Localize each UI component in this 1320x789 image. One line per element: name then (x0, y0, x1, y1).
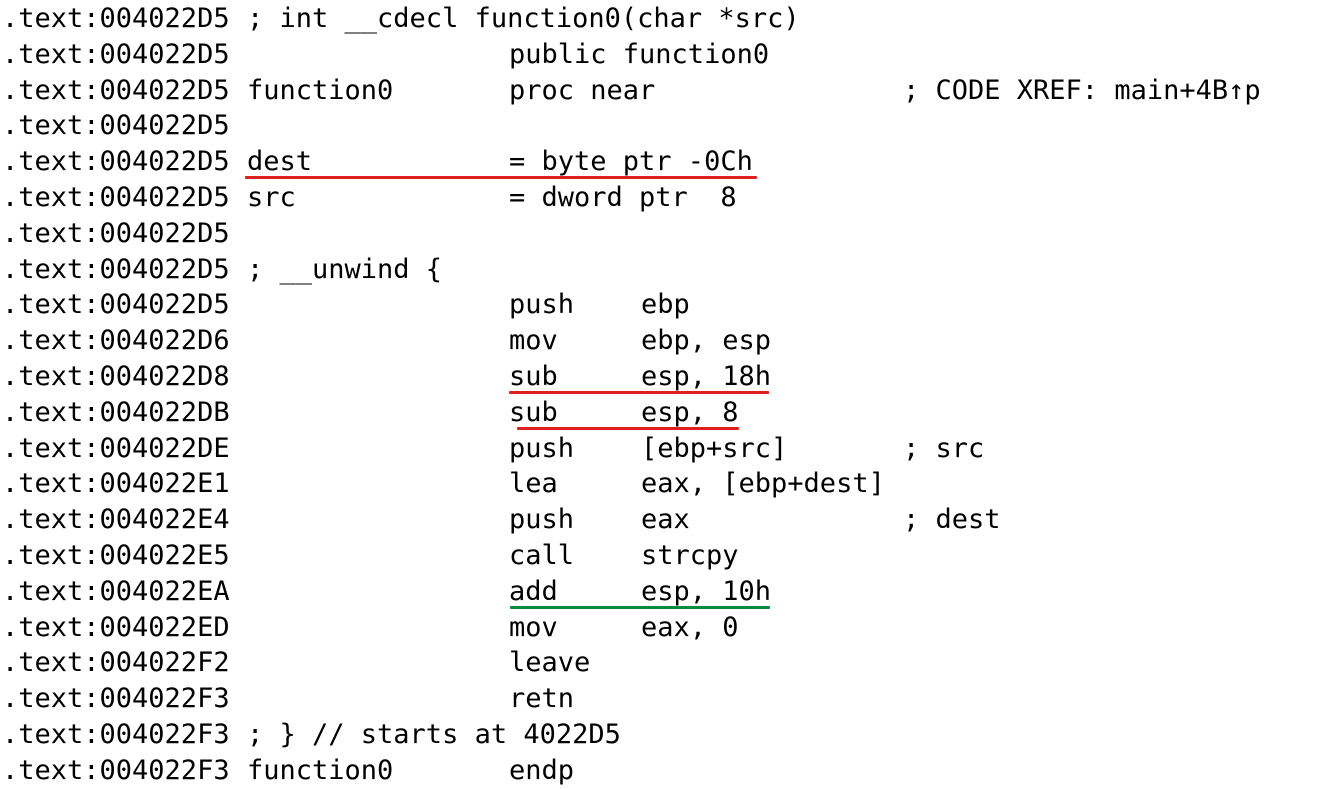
line-address: .text:004022E4 (2, 504, 230, 536)
code-line[interactable]: .text:004022D5 src = dword ptr 8 (0, 180, 1320, 216)
line-operands: esp, 8 (641, 396, 739, 428)
line-comment: ; CODE XREF: main+4B↑p (903, 74, 1261, 106)
line-address: .text:004022EA (2, 575, 230, 607)
code-line[interactable]: .text:004022D5 (0, 216, 1320, 252)
line-mnemonic: proc near (509, 74, 656, 106)
code-line[interactable]: .text:004022D6 mov ebp, esp (0, 323, 1320, 359)
line-mnemonic: endp (509, 754, 575, 786)
line-address: .text:004022D6 (2, 325, 230, 357)
line-address: .text:004022F3 (2, 683, 230, 715)
annotation-underline (509, 391, 769, 394)
line-address: .text:004022F3 (2, 719, 230, 750)
line-label: ; } // starts at 4022D5 (247, 719, 621, 750)
disassembly-listing: .text:004022D5 ; int __cdecl function0(ch… (0, 0, 1320, 787)
code-line[interactable]: .text:004022D8 sub esp, 18h (0, 359, 1320, 395)
line-mnemonic: lea (509, 468, 558, 500)
line-address: .text:004022D8 (2, 361, 230, 392)
line-mnemonic: call (509, 540, 575, 571)
line-mnemonic: sub (509, 396, 558, 428)
code-line[interactable]: .text:004022F2 leave (0, 645, 1320, 681)
line-label: function0 (247, 74, 394, 106)
code-line[interactable]: .text:004022D5 ; __unwind { (0, 252, 1320, 288)
code-line[interactable]: .text:004022E4 push eax ; dest (0, 502, 1320, 538)
line-operands: [ebp+src] (641, 432, 788, 464)
line-operands: eax, 0 (641, 611, 739, 643)
line-mnemonic: sub (509, 361, 558, 392)
line-address: .text:004022D5 (2, 289, 230, 321)
line-address: .text:004022D5 (2, 217, 230, 249)
line-operands: eax, [ebp+dest] (641, 468, 885, 500)
line-mnemonic: mov (509, 611, 558, 643)
code-line[interactable]: .text:004022D5 (0, 108, 1320, 144)
code-line[interactable]: .text:004022F3 function0 endp (0, 753, 1320, 789)
code-line[interactable]: .text:004022F3 retn (0, 681, 1320, 717)
line-address: .text:004022D5 (2, 253, 230, 285)
line-operands: eax (641, 504, 690, 536)
line-address: .text:004022D5 (2, 38, 230, 70)
line-address: .text:004022F3 (2, 754, 230, 786)
line-comment: ; src (903, 432, 985, 464)
line-label: dest (247, 146, 313, 178)
line-mnemonic: public function0 (509, 38, 770, 70)
code-line[interactable]: .text:004022E5 call strcpy (0, 538, 1320, 574)
code-line[interactable]: .text:004022E1 lea eax, [ebp+dest] (0, 466, 1320, 502)
annotation-underline (517, 426, 739, 430)
line-address: .text:004022D5 (2, 182, 230, 213)
code-line[interactable]: .text:004022ED mov eax, 0 (0, 610, 1320, 646)
line-mnemonic: add (509, 575, 558, 607)
line-address: .text:004022E5 (2, 540, 230, 571)
line-mnemonic: = byte ptr -0Ch (509, 146, 753, 178)
line-mnemonic: retn (509, 683, 575, 715)
line-mnemonic: mov (509, 325, 558, 357)
annotation-underline (510, 605, 770, 609)
line-address: .text:004022D5 (2, 3, 230, 34)
code-line[interactable]: .text:004022DE push [ebp+src] ; src (0, 431, 1320, 467)
code-line[interactable]: .text:004022EA add esp, 10h (0, 574, 1320, 610)
line-address: .text:004022D5 (2, 74, 230, 106)
line-comment: ; dest (903, 504, 1001, 536)
line-mnemonic: = dword ptr 8 (509, 182, 737, 213)
code-line[interactable]: .text:004022DB sub esp, 8 (0, 395, 1320, 431)
line-address: .text:004022E1 (2, 468, 230, 500)
line-operands: strcpy (641, 540, 739, 571)
line-operands: esp, 10h (641, 575, 772, 607)
code-line[interactable]: .text:004022D5 function0 proc near ; CODE X… (0, 73, 1320, 109)
line-mnemonic: leave (509, 647, 591, 679)
line-address: .text:004022D5 (2, 146, 230, 178)
line-label: src (247, 182, 296, 213)
annotation-underline (245, 176, 757, 180)
line-address: .text:004022ED (2, 611, 230, 643)
line-operands: ebp (641, 289, 690, 321)
line-mnemonic: push (509, 289, 575, 321)
line-operands: ebp, esp (641, 325, 772, 357)
line-address: .text:004022DB (2, 396, 230, 428)
line-mnemonic: push (509, 504, 575, 536)
code-line[interactable]: .text:004022D5 push ebp (0, 287, 1320, 323)
line-label: ; int __cdecl function0(char *src) (247, 3, 800, 34)
line-address: .text:004022F2 (2, 647, 230, 679)
line-address: .text:004022D5 (2, 110, 230, 142)
line-mnemonic: push (509, 432, 575, 464)
code-line[interactable]: .text:004022D5 ; int __cdecl function0(ch… (0, 1, 1320, 37)
code-line[interactable]: .text:004022F3 ; } // starts at 4022D5 (0, 717, 1320, 753)
line-label: function0 (247, 754, 394, 786)
line-label: ; __unwind { (247, 253, 443, 285)
line-address: .text:004022DE (2, 432, 230, 464)
code-line[interactable]: .text:004022D5 public function0 (0, 37, 1320, 73)
code-line[interactable]: .text:004022D5 dest = byte ptr -0Ch (0, 144, 1320, 180)
line-operands: esp, 18h (641, 361, 772, 392)
